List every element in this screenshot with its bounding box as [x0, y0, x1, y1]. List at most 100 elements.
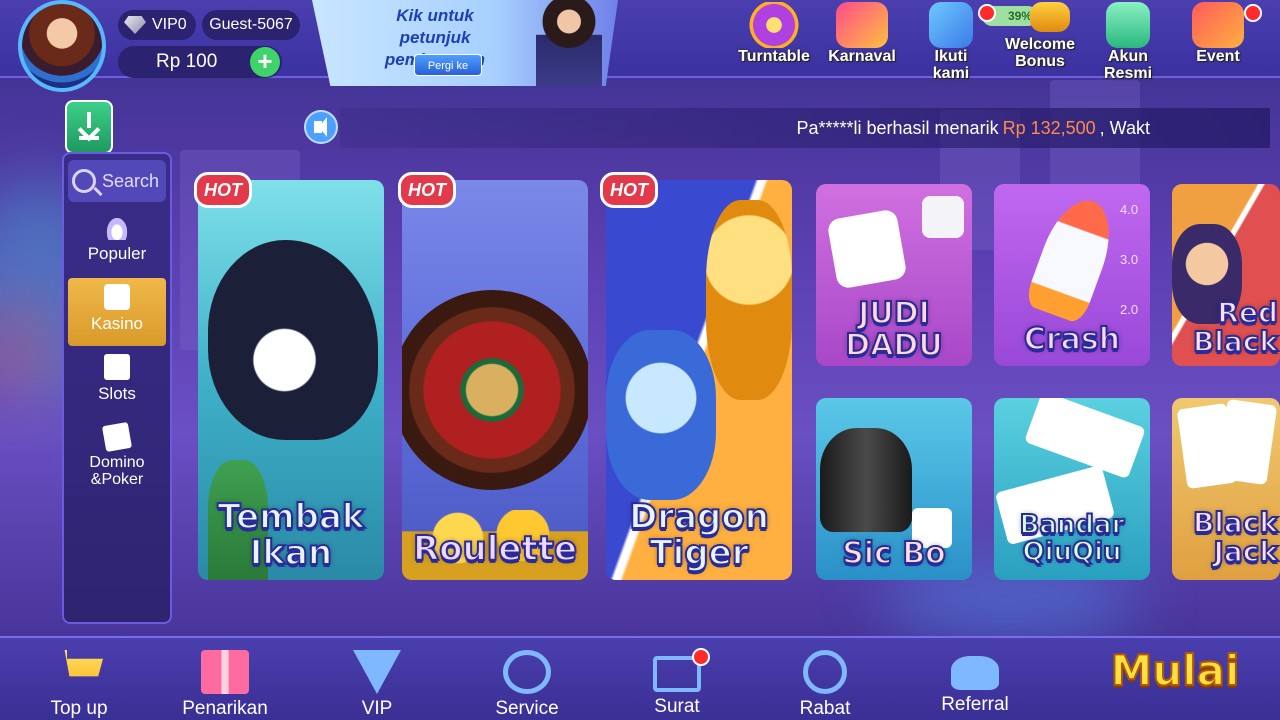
game-title-line-2: QiuQiu	[1021, 537, 1122, 568]
game-title-line-2: Black	[1192, 325, 1279, 359]
game-title: Tembak Ikan	[198, 497, 384, 571]
sidebar-item-populer[interactable]: Populer	[68, 208, 166, 276]
game-title: Bandar QiuQiu	[994, 510, 1150, 568]
bottom-nav-referral[interactable]: Referral	[920, 650, 1030, 716]
speaker-icon	[304, 110, 338, 144]
game-title-line-1: Tembak	[216, 497, 365, 537]
go-to-button[interactable]: Pergi ke	[414, 54, 482, 76]
game-card-black-jack[interactable]: Black Jack	[1172, 398, 1280, 580]
top-menu-label: Turntable	[738, 48, 810, 65]
top-menu-label: Welcome Bonus	[1005, 36, 1075, 70]
turntable-icon	[748, 2, 800, 48]
dice-illustration	[826, 208, 908, 290]
game-title: Crash	[994, 322, 1150, 357]
search-icon	[72, 169, 96, 193]
game-title: Red Black	[1172, 297, 1280, 359]
game-card-bandar-qiuqiu[interactable]: Bandar QiuQiu	[994, 398, 1150, 580]
bottom-nav-penarikan[interactable]: Penarikan	[170, 650, 280, 720]
balance-amount: Rp 100	[156, 51, 218, 72]
start-button[interactable]: Mulai	[1110, 645, 1241, 702]
crash-axis-tick-1: 4.0	[1120, 202, 1139, 217]
bottom-nav-label: Surat	[654, 696, 700, 717]
bottom-nav-top-up[interactable]: Top up	[24, 650, 134, 720]
tiger-illustration	[706, 200, 792, 400]
bottom-nav-surat[interactable]: Surat	[622, 650, 732, 718]
game-title-line-1: Black	[1192, 506, 1279, 539]
search-button[interactable]: Search	[68, 160, 166, 202]
top-menu-akun-resmi[interactable]: Akun Resmi	[1086, 0, 1170, 82]
cards-icon	[101, 421, 133, 453]
download-app-button[interactable]	[65, 100, 113, 154]
withdrawal-ticker: Pa*****li berhasil menarik Rp 132,500 , …	[340, 108, 1270, 148]
game-title-line-1: Bandar	[1019, 510, 1126, 540]
notification-dot	[1244, 4, 1262, 22]
bottom-nav-rabat[interactable]: Rabat	[770, 650, 880, 720]
search-label: Search	[102, 170, 160, 191]
top-menu-label: Event	[1196, 48, 1240, 65]
game-title-line-1: JUDI	[857, 296, 931, 331]
rocket-illustration	[1023, 191, 1123, 325]
game-title-line-2: Jack	[1212, 535, 1279, 569]
game-title: Dragon Tiger	[606, 497, 792, 571]
sidebar-item-label: Domino &Poker	[89, 454, 145, 488]
game-title-line-1: Dragon	[628, 497, 770, 537]
add-balance-button[interactable]: +	[250, 47, 280, 77]
vip-level-label: VIP0	[152, 16, 187, 33]
slot-seven-icon	[104, 354, 130, 380]
sidebar-item-kasino[interactable]: Kasino	[68, 278, 166, 346]
vip-gem-icon	[124, 16, 146, 34]
game-card-red-black[interactable]: Red Black	[1172, 184, 1280, 366]
event-gift-icon	[1192, 2, 1244, 48]
hot-badge: HOT	[194, 172, 252, 208]
bottom-nav-label: Penarikan	[182, 698, 268, 719]
player-avatar[interactable]	[18, 0, 106, 92]
game-title: Black Jack	[1172, 506, 1280, 569]
headset-icon	[503, 650, 551, 694]
game-card-sic-bo[interactable]: Sic Bo	[816, 398, 972, 580]
top-menu-turntable[interactable]: Turntable	[732, 0, 816, 76]
sidebar-item-domino-poker[interactable]: Domino &Poker	[68, 418, 166, 498]
game-title: Roulette	[402, 530, 588, 568]
ticker-amount: Rp 132,500	[1002, 117, 1096, 138]
rebate-coin-icon	[803, 650, 847, 694]
game-title-line-2: DADU	[844, 327, 943, 363]
game-title: Sic Bo	[816, 537, 972, 570]
bottom-nav-label: VIP	[361, 698, 393, 719]
vip-level-badge[interactable]: VIP0	[118, 10, 196, 40]
dice-illustration	[922, 196, 964, 238]
dice-icon	[104, 284, 130, 310]
bottom-nav-label: Top up	[50, 698, 108, 719]
crash-axis-tick-3: 2.0	[1120, 302, 1139, 317]
sidebar-item-slots[interactable]: Slots	[68, 348, 166, 416]
cart-plus-icon	[55, 650, 103, 677]
crash-axis-tick-2: 3.0	[1120, 252, 1139, 267]
top-menu-welcome-bonus[interactable]: Welcome Bonus	[998, 0, 1082, 76]
bottom-nav-vip[interactable]: VIP	[322, 650, 432, 720]
roulette-wheel-illustration	[402, 290, 588, 490]
dragon-illustration	[606, 330, 716, 500]
flame-icon	[104, 214, 130, 240]
game-title-line-1: Crash	[1023, 322, 1121, 357]
vip-diamond-icon	[353, 650, 401, 694]
game-card-judi-dadu[interactable]: JUDI DADU	[816, 184, 972, 366]
game-card-roulette[interactable]: Roulette	[402, 180, 588, 580]
game-card-dragon-tiger[interactable]: Dragon Tiger	[606, 180, 792, 580]
bottom-nav-label: Rabat	[799, 698, 851, 719]
game-card-tembak-ikan[interactable]: Tembak Ikan	[198, 180, 384, 580]
playing-card-illustration	[1216, 398, 1278, 486]
game-card-crash[interactable]: 4.0 3.0 2.0 Crash	[994, 184, 1150, 366]
top-menu-karnaval[interactable]: Karnaval	[820, 0, 904, 76]
sidebar-item-label: Kasino	[91, 314, 143, 333]
carnival-gift-icon	[836, 2, 888, 48]
mail-notification-dot	[692, 648, 710, 666]
ticker-text: Pa*****li berhasil menarik	[796, 117, 999, 138]
treasure-chest-icon	[1030, 2, 1070, 32]
bottom-nav-service[interactable]: Service	[472, 650, 582, 720]
game-title: JUDI DADU	[816, 296, 972, 363]
top-menu-label: Akun Resmi	[1103, 48, 1153, 82]
dice-cup-illustration	[820, 428, 912, 532]
orca-illustration	[208, 240, 378, 440]
bottom-nav-label: Referral	[941, 694, 1009, 715]
sidebar-item-label: Populer	[87, 244, 147, 263]
bottom-nav-label: Service	[495, 698, 559, 719]
